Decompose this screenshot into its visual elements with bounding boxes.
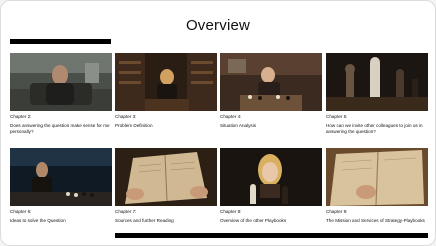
chapter-description: Ideas to solve the Question bbox=[10, 217, 66, 223]
chapter-2-thumbnail bbox=[10, 53, 112, 111]
chapter-label: Chapter 7: bbox=[115, 209, 137, 214]
chapter-label: Chapter 8: bbox=[220, 209, 242, 214]
chapter-3-thumbnail bbox=[115, 53, 217, 111]
accent-bar-bottom bbox=[115, 233, 428, 238]
chapter-label: Chapter 2: bbox=[10, 114, 32, 119]
chapter-description: Problem Definition bbox=[115, 122, 153, 128]
chapter-card-7[interactable]: Chapter 7: Sources and further Reading bbox=[115, 148, 217, 224]
chapter-description: Sources and further Reading bbox=[115, 217, 174, 223]
chapter-description: How can we invite other colleagues to jo… bbox=[326, 122, 423, 134]
chapter-label: Chapter 9: bbox=[326, 209, 348, 214]
chapter-8-thumbnail bbox=[220, 148, 322, 206]
chapter-card-8[interactable]: Chapter 8: Overview of the other Playboo… bbox=[220, 148, 322, 224]
chapter-card-4[interactable]: Chapter 4: Situation Analysis bbox=[220, 53, 322, 129]
chapter-7-thumbnail bbox=[115, 148, 217, 206]
chapter-description: Situation Analysis bbox=[220, 122, 257, 128]
accent-bar-top bbox=[10, 39, 111, 44]
chapter-card-3[interactable]: Chapter 3: Problem Definition bbox=[115, 53, 217, 129]
chapter-5-thumbnail bbox=[326, 53, 428, 111]
chapter-label: Chapter 4: bbox=[220, 114, 242, 119]
overview-slide: Overview Chapter 2: Does answering the q… bbox=[0, 0, 436, 246]
chapter-card-6[interactable]: Chapter 6: Ideas to solve the Question bbox=[10, 148, 112, 224]
chapter-card-5[interactable]: Chapter 5: How can we invite other colle… bbox=[326, 53, 428, 135]
chapter-card-9[interactable]: Chapter 9: The Mission and Services of S… bbox=[326, 148, 428, 224]
chapter-label: Chapter 5: bbox=[326, 114, 348, 119]
chapter-description: Does answering the question make sense f… bbox=[10, 122, 110, 134]
chapter-label: Chapter 3: bbox=[115, 114, 137, 119]
chapter-4-thumbnail bbox=[220, 53, 322, 111]
chapter-9-thumbnail bbox=[326, 148, 428, 206]
chapter-description: The Mission and Services of Strategy-Pla… bbox=[326, 217, 425, 223]
chapter-description: Overview of the other Playbooks bbox=[220, 217, 287, 223]
chapter-label: Chapter 6: bbox=[10, 209, 32, 214]
chapter-card-2[interactable]: Chapter 2: Does answering the question m… bbox=[10, 53, 112, 135]
page-title: Overview bbox=[185, 17, 251, 34]
chapter-6-thumbnail bbox=[10, 148, 112, 206]
